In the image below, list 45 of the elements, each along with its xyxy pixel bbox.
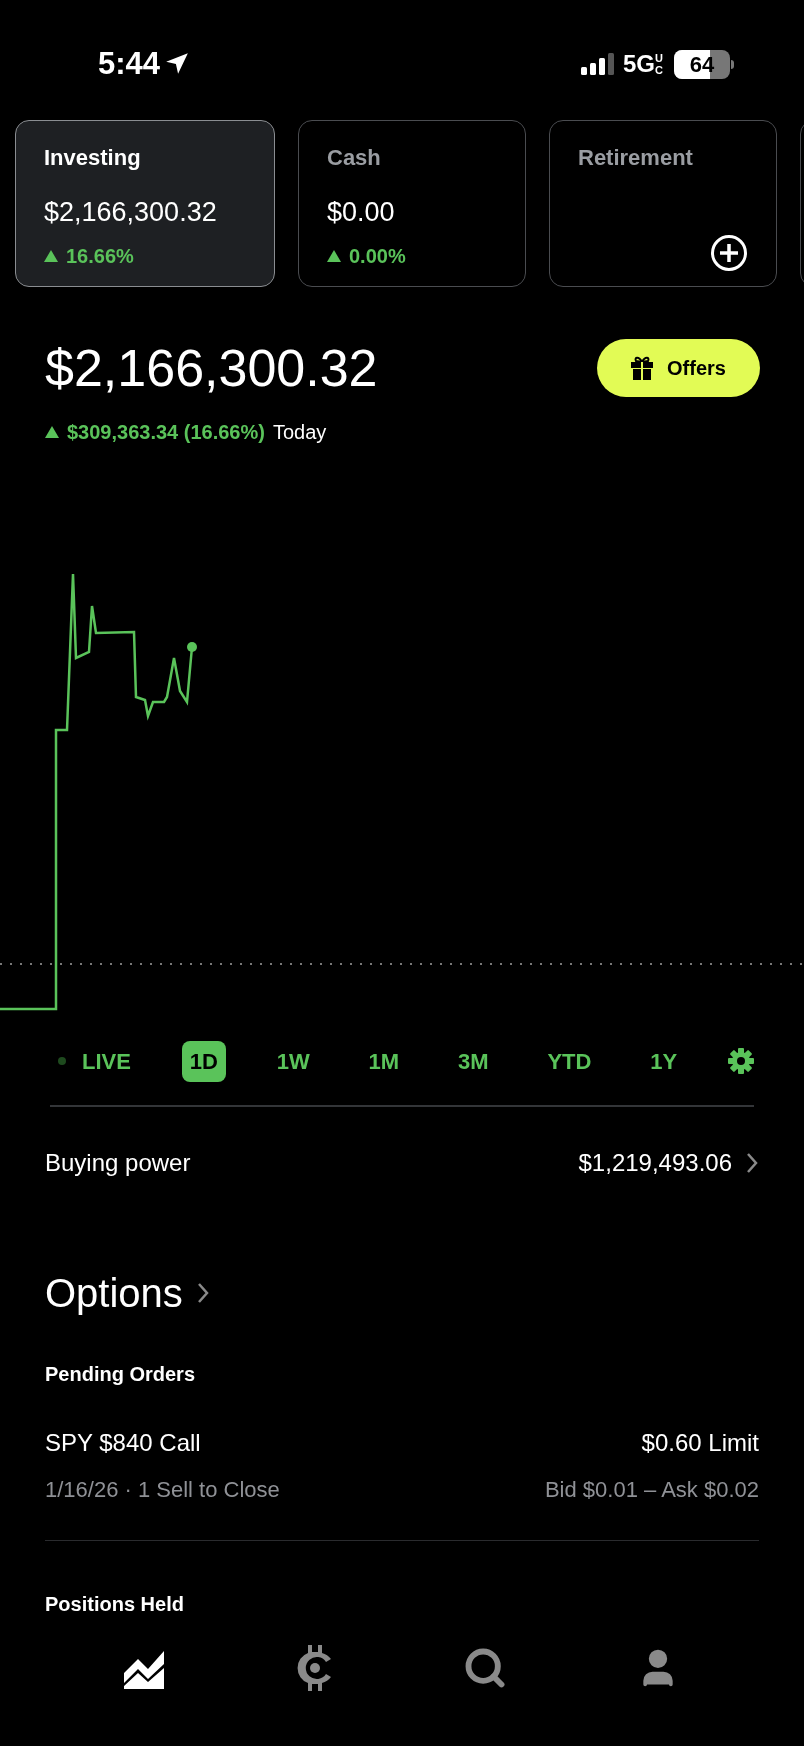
positions-held-heading: Positions Held <box>44 1592 185 1617</box>
up-triangle-icon <box>327 249 341 262</box>
range-tab[interactable]: 1W <box>268 1040 318 1082</box>
account-change: 0.00% <box>349 243 406 269</box>
order-detail: 1/16/26 · 1 Sell to Close <box>45 1476 280 1504</box>
account-value: $0.00 <box>327 196 396 229</box>
account-card[interactable]: Retirement <box>549 120 777 287</box>
range-tab[interactable]: 3M <box>449 1040 497 1082</box>
range-tab[interactable]: 1Y <box>642 1040 686 1082</box>
add-icon[interactable] <box>710 234 748 272</box>
range-tab[interactable]: 1D <box>181 1040 226 1082</box>
pending-orders-heading: Pending Orders <box>44 1362 197 1387</box>
chevron-right-icon[interactable] <box>196 1282 209 1304</box>
clock-time: 5:44 <box>98 44 161 83</box>
buying-power-label: Buying power <box>45 1148 191 1178</box>
network-suffix: UC <box>655 51 664 77</box>
search-tab-icon[interactable] <box>463 1646 508 1690</box>
account-change: 16.66% <box>66 243 134 269</box>
account-name: Retirement <box>578 144 694 172</box>
range-tab[interactable]: LIVE <box>74 1040 139 1082</box>
network-type: 5G <box>623 49 655 79</box>
signal-icon <box>581 52 615 76</box>
up-triangle-icon <box>44 249 58 262</box>
order-name: SPY $840 Call <box>45 1428 202 1458</box>
battery-indicator: 64 <box>674 49 734 79</box>
gift-icon <box>631 356 654 380</box>
account-value: $2,166,300.32 <box>44 196 218 229</box>
change-period: Today <box>272 420 327 445</box>
account-name: Cash <box>327 144 382 172</box>
up-triangle-icon <box>45 426 59 438</box>
account-card[interactable]: Investing $2,166,300.32 16.66% <box>15 120 275 287</box>
account-card[interactable]: Cash $0.00 0.00% <box>298 120 526 287</box>
buying-power-value: $1,219,493.06 <box>578 1148 732 1178</box>
offers-button[interactable]: Offers <box>597 339 760 397</box>
order-quote: Bid $0.01 – Ask $0.02 <box>544 1476 759 1504</box>
settings-icon[interactable] <box>728 1048 754 1074</box>
chevron-right-icon[interactable] <box>746 1152 758 1174</box>
order-row[interactable]: SPY $840 Call 1/16/26 · 1 Sell to Close $0.60 Limit Bid $0.01 – Ask $0.02 <box>45 1425 759 1541</box>
account-name: Investing <box>44 144 142 172</box>
range-tab[interactable]: 1M <box>360 1040 408 1082</box>
portfolio-value: $2,166,300.32 <box>45 342 378 394</box>
options-heading[interactable]: Options <box>45 1263 183 1323</box>
range-tab[interactable]: YTD <box>539 1040 600 1082</box>
daily-change: $309,363.34 (16.66%) <box>67 420 265 445</box>
order-price: $0.60 Limit <box>641 1428 759 1458</box>
